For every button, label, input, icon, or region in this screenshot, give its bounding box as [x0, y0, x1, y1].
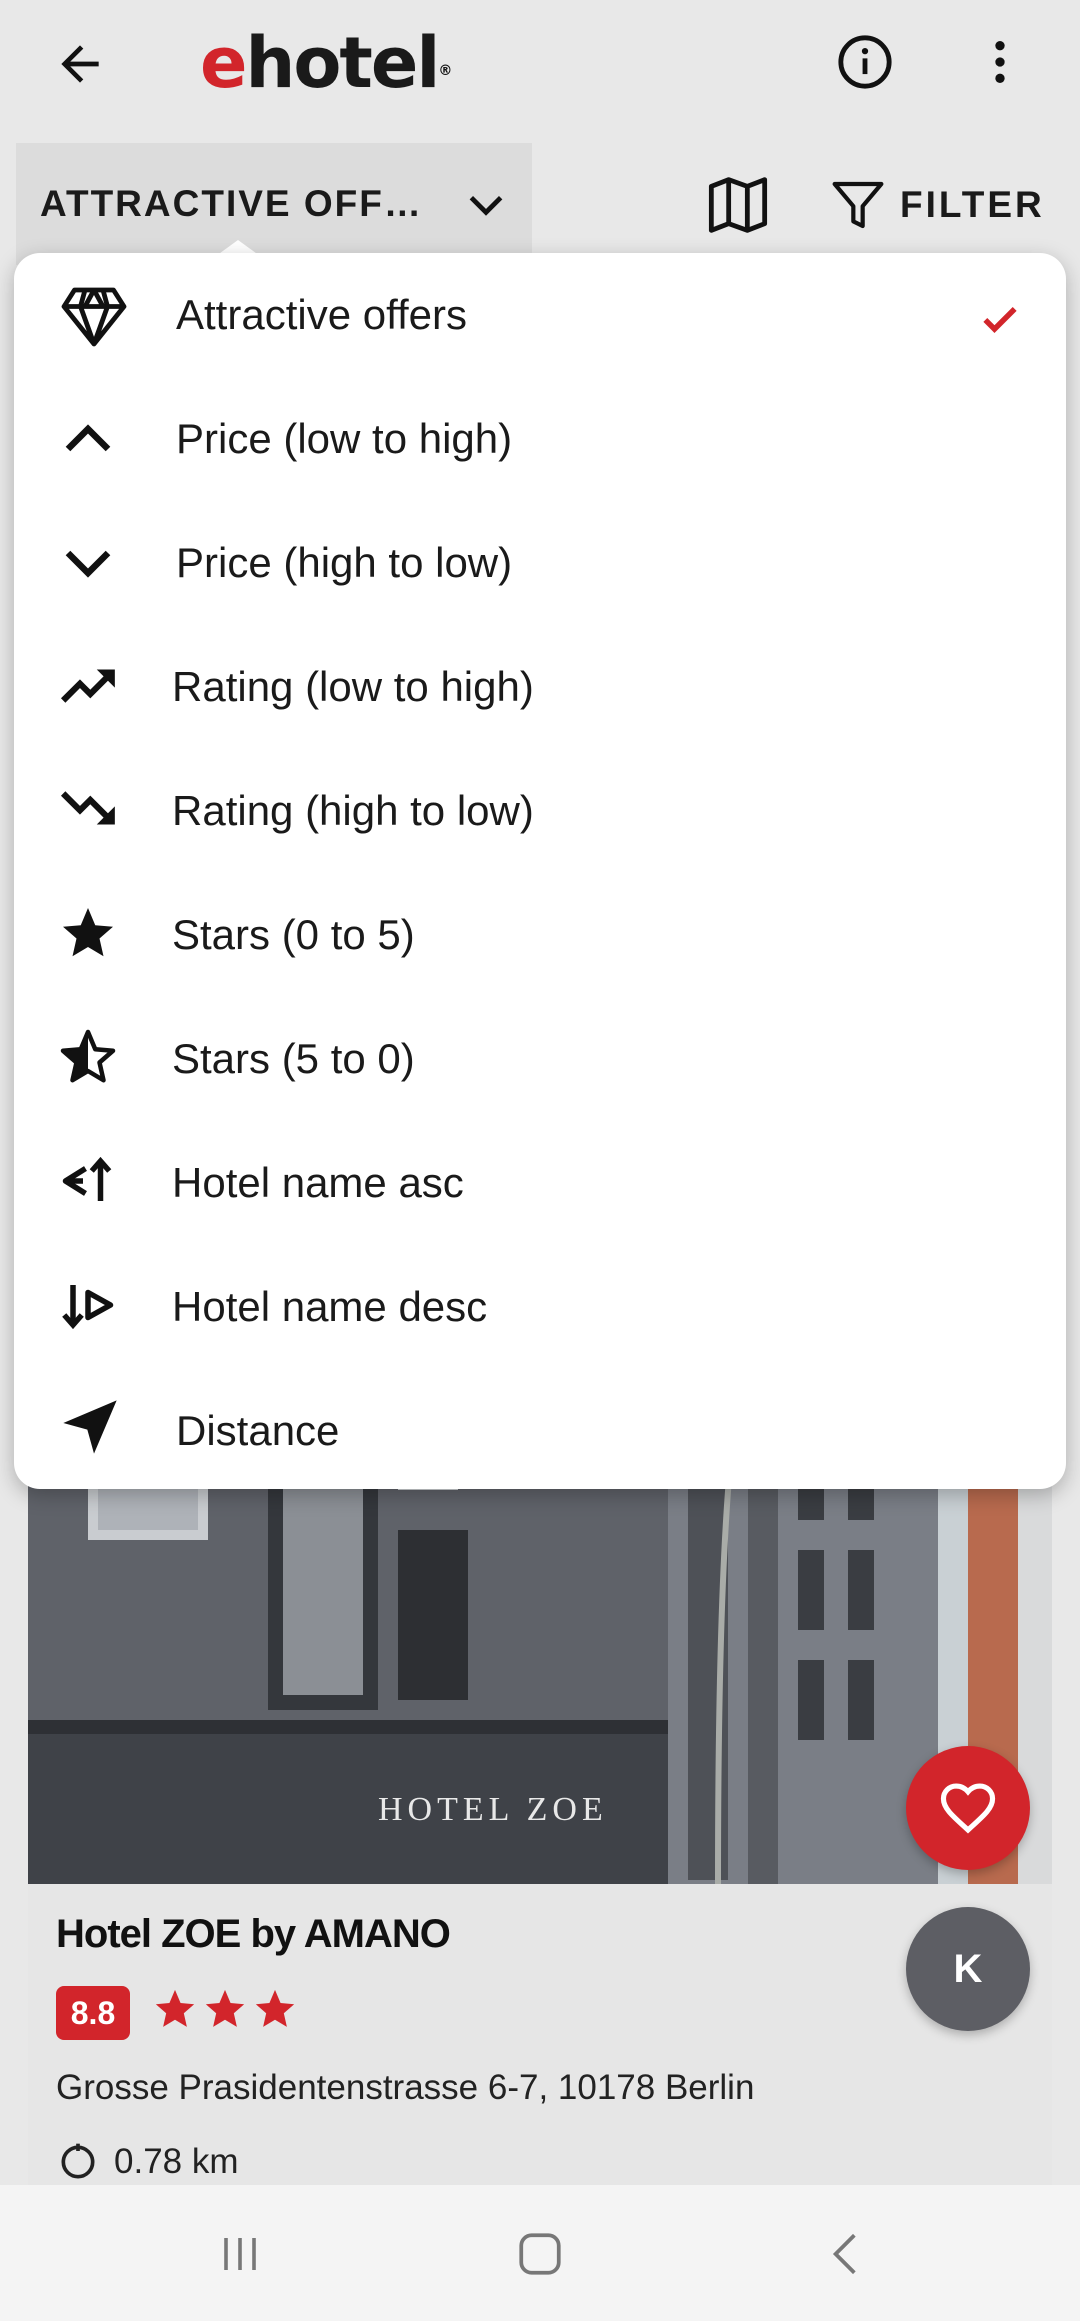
star-icon — [58, 893, 158, 973]
trending-up-icon — [58, 645, 158, 725]
map-icon — [708, 177, 768, 233]
hotel-distance: 0.78 km — [56, 2140, 239, 2184]
half-star-icon — [58, 1017, 158, 1097]
sort-option-name-desc[interactable]: Hotel name desc — [14, 1245, 1066, 1369]
sort-dropdown-label: ATTRACTIVE OFF… — [40, 183, 423, 224]
home-button[interactable] — [490, 2219, 590, 2289]
recent-apps-icon — [224, 2238, 256, 2270]
sort-option-rating-high-low[interactable]: Rating (high to low) — [14, 749, 1066, 873]
map-button[interactable] — [700, 167, 776, 243]
sort-name-asc-icon — [58, 1141, 158, 1221]
location-pin-icon — [61, 2143, 95, 2179]
arrow-left-icon — [61, 45, 99, 83]
diamond-icon — [58, 277, 158, 357]
home-icon — [519, 2233, 561, 2275]
sort-option-stars-asc[interactable]: Stars (0 to 5) — [14, 873, 1066, 997]
sort-menu: Attractive offers Price (low to high) Pr… — [14, 253, 1066, 1489]
filter-icon — [832, 181, 884, 229]
star-icon — [255, 1989, 295, 2027]
app-bar: ehotel® — [0, 0, 1080, 135]
star-icon — [155, 1989, 195, 2027]
rating-badge: 8.8 — [56, 1986, 130, 2040]
hotel-name: Hotel ZOE by AMANO — [56, 1912, 451, 1956]
hotel-distance-value: 0.78 km — [114, 2142, 239, 2181]
star-icon — [205, 1989, 245, 2027]
sort-option-attractive-offers[interactable]: Attractive offers — [14, 253, 1066, 377]
trending-down-icon — [58, 769, 158, 849]
chevron-down-icon — [469, 195, 503, 216]
favorite-button[interactable] — [906, 1746, 1030, 1870]
chevron-down-icon — [58, 523, 158, 603]
system-back-button[interactable] — [796, 2219, 896, 2289]
sort-option-distance[interactable]: Distance — [14, 1369, 1066, 1493]
hotel-sign-text: HOTEL ZOE — [378, 1791, 608, 1828]
ehotel-logo: ehotel® — [200, 22, 452, 104]
filter-label: FILTER — [900, 184, 1045, 225]
sort-dropdown[interactable]: ATTRACTIVE OFF… — [16, 143, 532, 265]
sort-option-name-asc[interactable]: Hotel name asc — [14, 1121, 1066, 1245]
selected-check-icon — [983, 306, 1017, 333]
back-button[interactable] — [40, 24, 120, 104]
hotel-address: Grosse Prasidentenstrasse 6-7, 10178 Ber… — [56, 2068, 755, 2107]
sort-option-price-high-low[interactable]: Price (high to low) — [14, 501, 1066, 625]
info-icon — [838, 35, 892, 89]
info-button[interactable] — [825, 22, 905, 102]
navigation-icon — [58, 1387, 158, 1467]
sort-option-price-low-high[interactable]: Price (low to high) — [14, 377, 1066, 501]
sort-name-desc-icon — [58, 1265, 158, 1345]
hotel-card[interactable]: HOTEL ZOE Hotel ZOE by AMANO 8.8 Grosse … — [28, 1400, 1052, 2220]
heart-outline-icon — [940, 1783, 996, 1834]
more-options-button[interactable] — [960, 22, 1040, 102]
chevron-up-icon — [58, 399, 158, 479]
more-vert-icon — [995, 41, 1005, 83]
chevron-left-icon — [832, 2233, 856, 2275]
sort-option-rating-low-high[interactable]: Rating (low to high) — [14, 625, 1066, 749]
profile-button[interactable]: K — [906, 1907, 1030, 2031]
hotel-stars — [152, 1986, 298, 2032]
sort-option-stars-desc[interactable]: Stars (5 to 0) — [14, 997, 1066, 1121]
system-nav-bar — [0, 2185, 1080, 2321]
recent-apps-button[interactable] — [190, 2219, 290, 2289]
filter-button[interactable]: FILTER — [830, 173, 1045, 237]
